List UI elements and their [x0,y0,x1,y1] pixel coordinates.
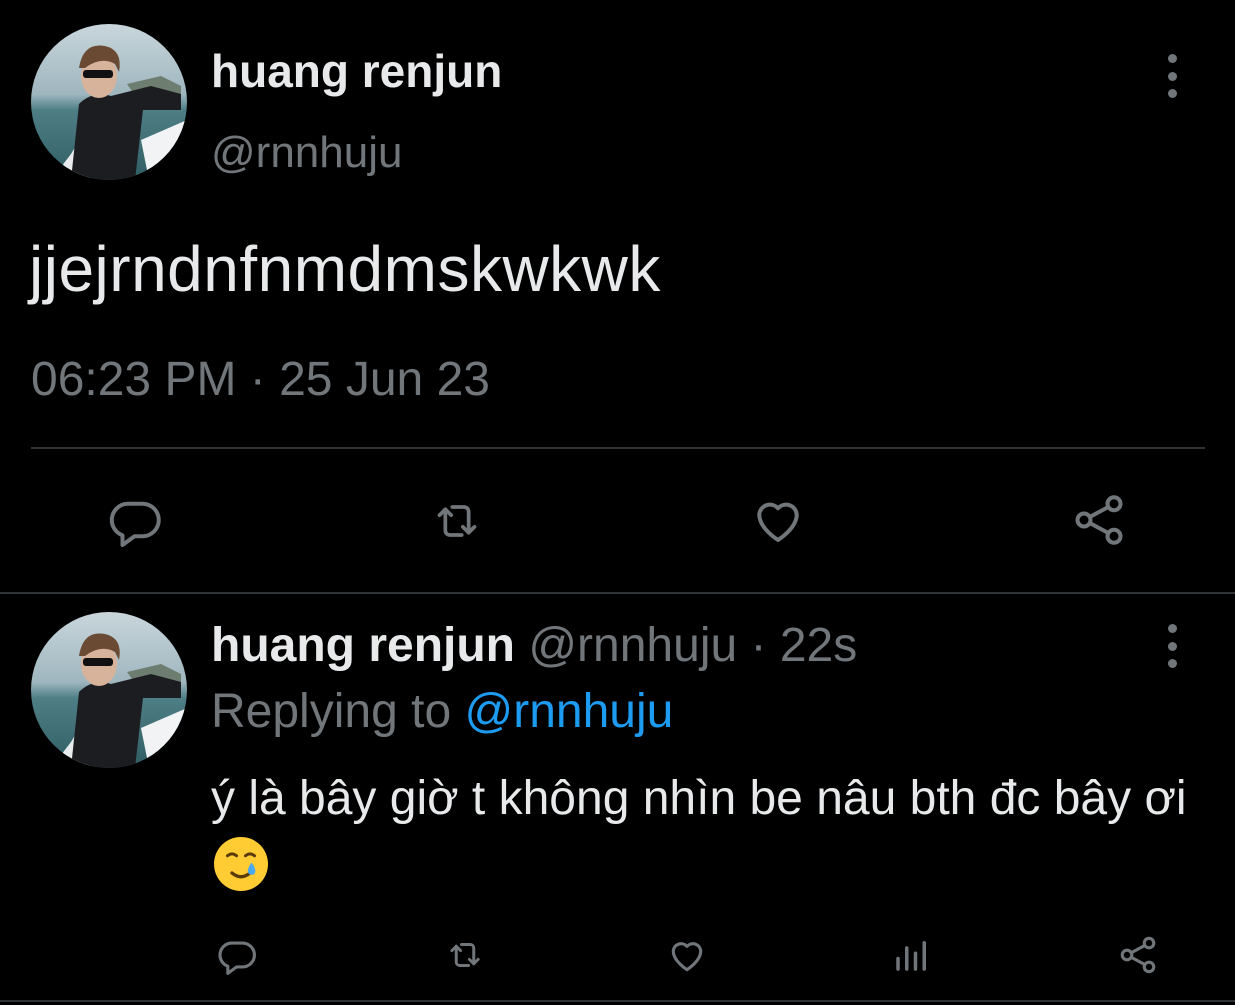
retweet-icon[interactable] [424,493,490,549]
divider [31,447,1205,449]
share-icon[interactable] [1114,933,1162,977]
author-name[interactable]: huang renjun [211,44,502,98]
retweet-icon[interactable] [440,934,490,976]
author-name[interactable]: huang renjun [211,619,515,672]
replying-to-label: Replying to [211,685,452,738]
avatar-photo [31,24,187,180]
reply-header: huang renjun @rnnhuju · 22s [211,618,857,673]
reply-text-block: ý là bây giờ t không nhìn be nâu bth đc … [211,766,1201,898]
author-handle[interactable]: @rnnhuju [528,619,737,672]
views-icon[interactable] [890,934,934,976]
like-icon[interactable] [663,933,711,977]
tweet-text: jjejrndnfnmdmskwkwk [29,233,661,305]
like-icon[interactable] [746,490,810,550]
reply-icon[interactable] [105,490,165,550]
avatar[interactable] [31,24,187,180]
separator: · [750,619,767,672]
share-icon[interactable] [1068,490,1130,550]
tweet-time[interactable]: 22s [780,619,857,672]
replying-to-handle[interactable]: @rnnhuju [464,685,673,738]
more-options-icon[interactable] [1160,624,1184,668]
divider [0,1000,1235,1002]
avatar[interactable] [31,612,187,768]
author-handle[interactable]: @rnnhuju [211,128,402,178]
divider [0,592,1235,594]
tweet-thread: huang renjun @rnnhuju jjejrndnfnmdmskwkw… [0,0,1235,1005]
replying-to: Replying to @rnnhuju [211,684,673,739]
smiling-face-with-tear-icon [211,834,271,894]
reply-icon[interactable] [214,933,260,977]
avatar-photo [31,612,187,768]
tweet-timestamp: 06:23 PM · 25 Jun 23 [31,353,490,406]
tweet-text: ý là bây giờ t không nhìn be nâu bth đc … [211,772,1187,825]
more-options-icon[interactable] [1160,54,1184,98]
